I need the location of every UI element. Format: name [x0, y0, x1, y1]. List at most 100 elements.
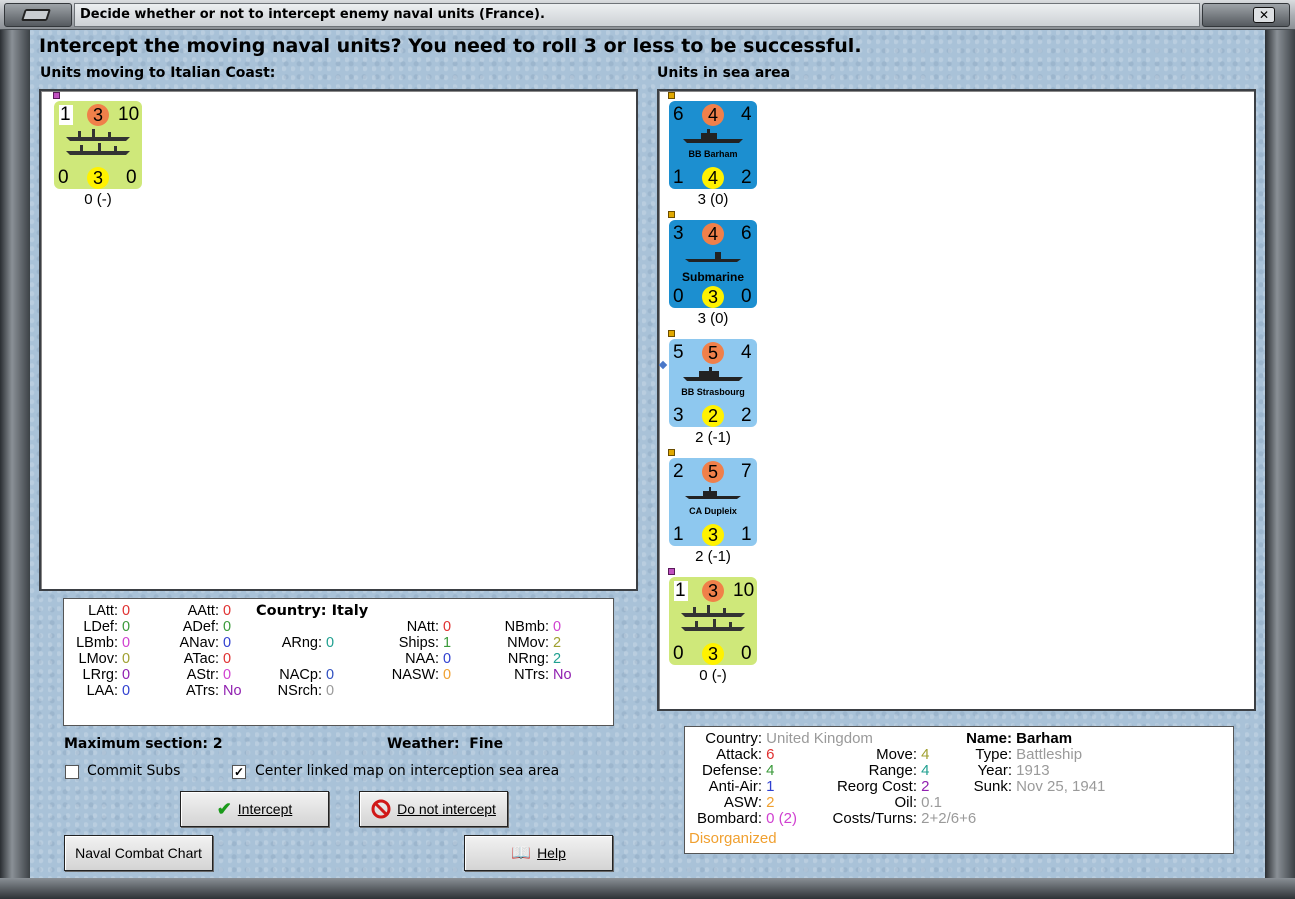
max-section-label: Maximum section: 2: [64, 736, 223, 752]
right-frame-rail: [1265, 30, 1295, 878]
intercept-button[interactable]: ✔ Intercept: [180, 791, 329, 827]
stat-lrrg: LRrg: 0: [82, 667, 131, 683]
counter-bottom-left: 0: [673, 286, 684, 307]
info-sunk: Sunk: Nov 25, 1941: [973, 778, 1106, 795]
stat-aatt: AAtt: 0: [187, 603, 232, 619]
counter-face: 1 3 10 0 3 0: [54, 101, 142, 189]
unit-counter[interactable]: 2 5 7 CA Dupleix 1 3 1 2 (-1): [668, 449, 758, 565]
stat-lmov: LMov: 0: [78, 651, 131, 667]
info-name: Name: Barham: [966, 730, 1073, 747]
unit-name: BB Strasbourg: [681, 387, 745, 397]
stat-nmov: NMov: 2: [507, 635, 562, 651]
counter-bottom-right: 2: [741, 167, 752, 188]
unit-counter[interactable]: 5 5 4 BB Strasbourg 3 2 2 2 (-1): [668, 330, 758, 446]
sea-units-list[interactable]: 6 4 4 BB Barham 1 4 2 3 (0) 3 4 6 Submar…: [657, 89, 1256, 711]
stat-laa: LAA: 0: [86, 683, 131, 699]
counter-bottom-right: 2: [741, 405, 752, 426]
unit-counter[interactable]: 6 4 4 BB Barham 1 4 2 3 (0): [668, 92, 758, 208]
stat-latt: LAtt: 0: [88, 603, 131, 619]
unit-name: BB Barham: [688, 149, 738, 159]
counter-top-center: 3: [702, 580, 724, 602]
info-type: Type: Battleship: [975, 746, 1083, 763]
title-bar[interactable]: Decide whether or not to intercept enemy…: [0, 0, 1295, 30]
weather-display: Weather: Fine: [387, 736, 503, 752]
counter-bottom-center: 3: [87, 167, 109, 189]
window-title: Decide whether or not to intercept enemy…: [80, 7, 545, 22]
counter-face: 6 4 4 BB Barham 1 4 2: [669, 101, 757, 189]
unit-name: Submarine: [681, 270, 744, 284]
moving-units-label: Units moving to Italian Coast:: [40, 65, 276, 81]
stat-anav: ANav: 0: [179, 635, 232, 651]
info-bombard: Bombard: 0 (2): [696, 810, 798, 827]
stat-nasw: NASW: 0: [391, 667, 452, 683]
counter-bottom-left: 3: [673, 405, 684, 426]
battleship-icon: [683, 129, 743, 143]
close-button[interactable]: ✕: [1202, 3, 1290, 27]
unit-name: CA Dupleix: [689, 506, 737, 516]
do-not-intercept-button[interactable]: Do not intercept: [359, 791, 508, 827]
counter-bottom-left: 0: [673, 643, 684, 664]
system-menu-button[interactable]: [4, 3, 72, 27]
stat-atac: ATac: 0: [183, 651, 232, 667]
info-asw: ASW: 2: [723, 794, 775, 811]
info-oil: Oil: 0.1: [894, 794, 943, 811]
stat-naa: NAA: 0: [405, 651, 452, 667]
counter-bottom-left: 1: [673, 524, 684, 545]
moving-units-list[interactable]: 1 3 10 0 3 0 0 (-): [39, 89, 638, 591]
stat-ldef: LDef: 0: [83, 619, 131, 635]
counter-top-left: 1: [675, 580, 686, 601]
sea-units-label: Units in sea area: [657, 65, 791, 81]
help-button[interactable]: 📖 Help: [464, 835, 613, 871]
stack-stats-panel: LAtt: 0 LDef: 0 LBmb: 0 LMov: 0 LRrg: 0 …: [63, 598, 614, 726]
cruiser-icon: [685, 487, 741, 499]
counter-top-left: 2: [673, 461, 684, 482]
window-frame: Decide whether or not to intercept enemy…: [0, 0, 1295, 899]
center-map-checkbox[interactable]: ✓: [232, 765, 246, 779]
stat-natt: NAtt: 0: [406, 619, 452, 635]
counter-top-right: 6: [741, 223, 752, 244]
info-attack: Attack: 6: [716, 746, 775, 763]
counter-bottom-right: 0: [741, 286, 752, 307]
weather-value: Fine: [469, 736, 504, 752]
status-pip: [668, 568, 675, 575]
intercept-prompt: Intercept the moving naval units? You ne…: [39, 35, 862, 57]
selection-marker: [658, 360, 668, 370]
counter-bottom-left: 1: [673, 167, 684, 188]
info-defense: Defense: 4: [701, 762, 775, 779]
unit-info-panel: Country: United Kingdom Attack: 6 Defens…: [684, 726, 1234, 854]
unit-counter[interactable]: 1 3 10 0 3 0 0 (-): [53, 92, 143, 208]
counter-top-right: 4: [741, 104, 752, 125]
unit-strength: 3 (0): [697, 310, 729, 327]
stats-country: Country: Italy: [256, 603, 369, 619]
counter-bottom-center: 3: [702, 643, 724, 665]
commit-subs-checkbox[interactable]: [65, 765, 79, 779]
unit-strength: 2 (-1): [695, 429, 731, 446]
unit-counter[interactable]: 1 3 10 0 3 0 0 (-): [668, 568, 758, 684]
no-entry-icon: [371, 799, 391, 819]
status-pip: [668, 330, 675, 337]
counter-top-left: 1: [60, 104, 71, 125]
stat-atrs: ATrs: No: [185, 683, 242, 699]
stat-adef: ADef: 0: [182, 619, 232, 635]
naval-combat-chart-button[interactable]: Naval Combat Chart: [64, 835, 213, 871]
status-pip: [668, 449, 675, 456]
info-costs: Costs/Turns: 2+2/6+6: [832, 810, 977, 827]
transport-ship-icon: [681, 605, 745, 631]
unit-counter[interactable]: 3 4 6 Submarine 0 3 0 3 (0): [668, 211, 758, 327]
counter-face: 2 5 7 CA Dupleix 1 3 1: [669, 458, 757, 546]
dialog-body: Intercept the moving naval units? You ne…: [30, 30, 1265, 878]
unit-strength: 2 (-1): [695, 548, 731, 565]
center-map-label: Center linked map on interception sea ar…: [255, 763, 560, 779]
counter-top-right: 7: [741, 461, 752, 482]
window-icon: [21, 9, 51, 21]
counter-bottom-right: 0: [126, 167, 137, 188]
stat-nrng: NRng: 2: [507, 651, 562, 667]
title-plate: Decide whether or not to intercept enemy…: [74, 3, 1200, 27]
counter-top-right: 10: [733, 580, 755, 601]
info-move: Move: 4: [876, 746, 930, 763]
counter-bottom-center: 3: [702, 286, 724, 308]
commit-subs-label: Commit Subs: [87, 763, 181, 779]
counter-top-center: 5: [702, 461, 724, 483]
stat-arng: ARng: 0: [281, 635, 335, 651]
do-not-intercept-button-label: Do not intercept: [397, 801, 496, 817]
